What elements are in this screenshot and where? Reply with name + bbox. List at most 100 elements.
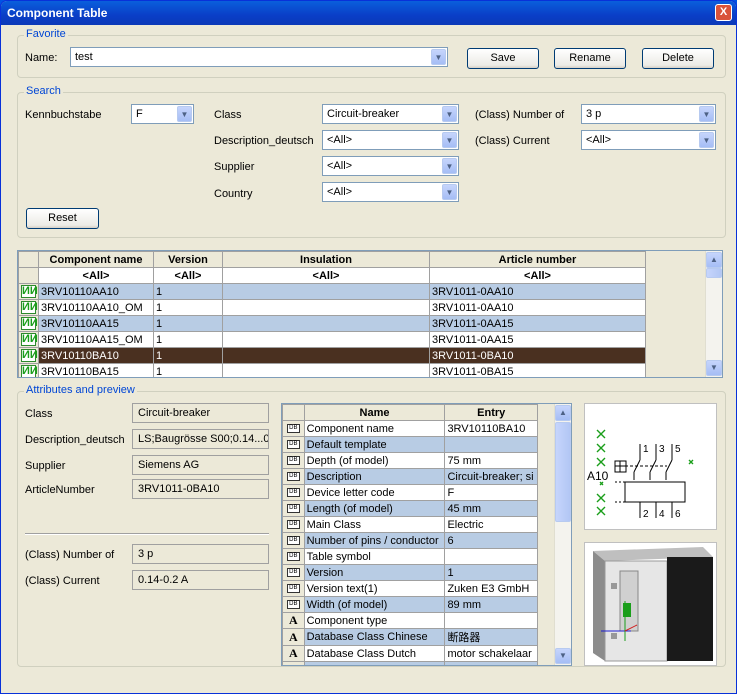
cell-article-number[interactable]: 3RV1011-0AA15 — [429, 315, 646, 332]
property-entry[interactable]: 3RV10110BA10 — [444, 420, 538, 437]
column-header-insulation[interactable]: Insulation — [222, 251, 430, 268]
property-row[interactable]: DB Number of pins / conductor 6 — [282, 532, 538, 549]
row-header[interactable]: ИИ — [18, 315, 39, 332]
row-header[interactable]: ИИ — [18, 363, 39, 377]
cell-component-name[interactable]: 3RV10110AA10 — [38, 283, 154, 300]
property-entry[interactable] — [444, 612, 538, 629]
filter-component-name[interactable]: <All> — [38, 267, 154, 284]
property-name[interactable]: Version — [303, 564, 446, 581]
cell-article-number[interactable]: 3RV1011-0AA10 — [429, 299, 646, 316]
property-entry[interactable]: motor schakelaar — [444, 645, 538, 662]
kennbuchstabe-combo[interactable]: F ▼ — [131, 104, 194, 124]
supplier-combo[interactable]: <All> ▼ — [322, 156, 459, 176]
property-entry[interactable]: 1 — [444, 564, 538, 581]
table-row[interactable]: ИИ 3RV10110AA15_OM 1 3RV1011-0AA15 — [18, 331, 646, 348]
cell-component-name[interactable]: 3RV10110AA10_OM — [38, 299, 154, 316]
class-combo[interactable]: Circuit-breaker ▼ — [322, 104, 459, 124]
property-entry[interactable] — [444, 436, 538, 453]
reset-button[interactable]: Reset — [26, 208, 99, 229]
cell-component-name[interactable]: 3RV10110BA10 — [38, 347, 154, 364]
chevron-down-icon[interactable]: ▼ — [699, 132, 714, 148]
property-name[interactable]: Version text(1) — [303, 580, 446, 597]
chevron-down-icon[interactable]: ▼ — [442, 106, 457, 122]
cell-insulation[interactable] — [222, 347, 430, 364]
property-row[interactable]: DB Device letter code F — [282, 484, 538, 501]
property-entry[interactable]: 45 mm — [444, 500, 538, 517]
cell-insulation[interactable] — [222, 299, 430, 316]
table-row[interactable]: ИИ 3RV10110AA15 1 3RV1011-0AA15 — [18, 315, 646, 332]
table-row[interactable]: ИИ 3RV10110BA15 1 3RV1011-0BA15 — [18, 363, 646, 377]
scroll-down-icon[interactable]: ▼ — [555, 648, 571, 664]
property-row[interactable]: DB Component name 3RV10110BA10 — [282, 420, 538, 437]
component-table-scrollbar[interactable]: ▲ ▼ — [705, 251, 722, 377]
cell-insulation[interactable] — [222, 283, 430, 300]
chevron-down-icon[interactable]: ▼ — [442, 184, 457, 200]
property-name[interactable]: Description — [303, 468, 446, 485]
column-header-version[interactable]: Version — [153, 251, 223, 268]
property-entry[interactable]: Circuit-breaker; si — [444, 468, 538, 485]
property-name[interactable]: Device letter code — [303, 484, 446, 501]
cell-version[interactable]: 1 — [153, 363, 223, 377]
title-bar[interactable]: Component Table X — [1, 1, 736, 25]
cell-version[interactable]: 1 — [153, 283, 223, 300]
property-row[interactable]: A Component type — [282, 612, 538, 629]
property-row[interactable]: DB Depth (of model) 75 mm — [282, 452, 538, 469]
row-header[interactable]: ИИ — [18, 331, 39, 348]
number-of-combo[interactable]: 3 p ▼ — [581, 104, 716, 124]
close-icon[interactable]: X — [715, 4, 732, 21]
cell-component-name[interactable]: 3RV10110BA15 — [38, 363, 154, 377]
property-name[interactable]: Default template — [303, 436, 446, 453]
cell-version[interactable]: 1 — [153, 315, 223, 332]
property-name[interactable]: Database Class Chinese — [303, 628, 446, 646]
property-name[interactable]: Depth (of model) — [303, 452, 446, 469]
props-column-name[interactable]: Name — [303, 404, 446, 421]
favorite-name-combo[interactable]: test ▼ — [70, 47, 448, 67]
cell-version[interactable]: 1 — [153, 347, 223, 364]
chevron-down-icon[interactable]: ▼ — [442, 132, 457, 148]
property-row[interactable]: DB Width (of model) 89 mm — [282, 596, 538, 613]
property-entry[interactable]: 6 — [444, 532, 538, 549]
rename-button[interactable]: Rename — [554, 48, 626, 69]
cell-insulation[interactable] — [222, 315, 430, 332]
property-row[interactable]: DB Length (of model) 45 mm — [282, 500, 538, 517]
property-name[interactable]: Component name — [303, 420, 446, 437]
cell-article-number[interactable]: 3RV1011-0AA10 — [429, 283, 646, 300]
table-row[interactable]: ИИ 3RV10110BA10 1 3RV1011-0BA10 — [18, 347, 646, 364]
property-name[interactable]: Table symbol — [303, 548, 446, 565]
cell-component-name[interactable]: 3RV10110AA15 — [38, 315, 154, 332]
property-entry[interactable] — [444, 548, 538, 565]
column-header-article-number[interactable]: Article number — [429, 251, 646, 268]
cell-version[interactable]: 1 — [153, 299, 223, 316]
property-entry[interactable]: 75 mm — [444, 452, 538, 469]
chevron-down-icon[interactable]: ▼ — [442, 158, 457, 174]
cell-insulation[interactable] — [222, 331, 430, 348]
chevron-down-icon[interactable]: ▼ — [699, 106, 714, 122]
props-column-entry[interactable]: Entry — [444, 404, 538, 421]
scroll-down-icon[interactable]: ▼ — [706, 360, 722, 376]
row-header[interactable]: ИИ — [18, 347, 39, 364]
property-name[interactable]: Database Class English — [303, 661, 446, 665]
property-name[interactable]: Width (of model) — [303, 596, 446, 613]
property-entry[interactable]: 89 mm — [444, 596, 538, 613]
cell-component-name[interactable]: 3RV10110AA15_OM — [38, 331, 154, 348]
property-row[interactable]: DB Description Circuit-breaker; si — [282, 468, 538, 485]
delete-button[interactable]: Delete — [642, 48, 714, 69]
property-row[interactable]: DB Default template — [282, 436, 538, 453]
property-entry[interactable]: Electric — [444, 516, 538, 533]
table-row[interactable]: ИИ 3RV10110AA10 1 3RV1011-0AA10 — [18, 283, 646, 300]
cell-article-number[interactable]: 3RV1011-0AA15 — [429, 331, 646, 348]
property-entry[interactable]: 断路器 — [444, 628, 538, 646]
property-row[interactable]: A Database Class EnglishCircuit-breaker — [282, 661, 538, 665]
scroll-thumb[interactable] — [555, 422, 571, 522]
property-row[interactable]: DB Table symbol — [282, 548, 538, 565]
cell-insulation[interactable] — [222, 363, 430, 377]
description-combo[interactable]: <All> ▼ — [322, 130, 459, 150]
property-row[interactable]: A Database Class Dutch motor schakelaar — [282, 645, 538, 662]
cell-article-number[interactable]: 3RV1011-0BA10 — [429, 347, 646, 364]
property-row[interactable]: DB Version 1 — [282, 564, 538, 581]
property-row[interactable]: DB Version text(1) Zuken E3 GmbH — [282, 580, 538, 597]
scroll-up-icon[interactable]: ▲ — [555, 405, 571, 421]
filter-article-number[interactable]: <All> — [429, 267, 646, 284]
property-row[interactable]: A Database Class Chinese 断路器 — [282, 628, 538, 646]
row-header[interactable]: ИИ — [18, 283, 39, 300]
